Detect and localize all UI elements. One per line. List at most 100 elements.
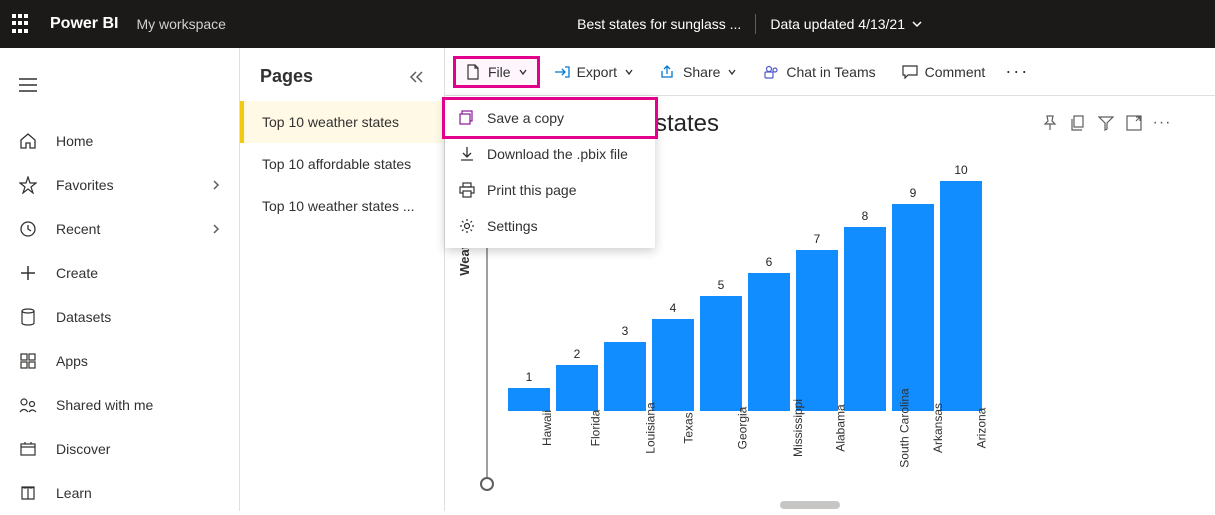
filter-icon[interactable] [1097,114,1115,132]
nav-label: Home [56,133,93,149]
nav-label: Learn [56,485,92,501]
home-icon [18,131,38,151]
copy-icon[interactable] [1069,114,1087,132]
app-name: Power BI [50,15,118,33]
save-copy-menuitem[interactable]: Save a copy [442,97,658,139]
chevron-right-icon [211,180,221,190]
download-icon [459,146,475,162]
save-copy-icon [459,110,475,126]
file-menu: Save a copy Download the .pbix file Prin… [445,96,655,248]
nav-shared[interactable]: Shared with me [0,383,239,427]
comment-icon [902,64,918,80]
bar-value-label: 4 [670,301,677,315]
discover-icon [18,439,38,459]
chat-label: Chat in Teams [786,64,875,80]
focus-icon[interactable] [1125,114,1143,132]
more-icon[interactable]: ··· [1153,114,1171,132]
export-label: Export [577,64,617,80]
chevron-down-icon [727,67,737,77]
nav-create[interactable]: Create [0,251,239,295]
chevron-down-icon [911,18,923,30]
page-tab-0[interactable]: Top 10 weather states [240,101,444,143]
nav-learn[interactable]: Learn [0,471,239,515]
report-toolbar: File Export Share Chat in Teams Comment [445,48,1215,96]
page-tab-2[interactable]: Top 10 weather states ... [240,185,444,227]
gear-icon [459,218,475,234]
page-tab-1[interactable]: Top 10 affordable states [240,143,444,185]
download-label: Download the .pbix file [487,146,628,162]
bar-value-label: 6 [766,255,773,269]
chevron-right-icon [211,224,221,234]
chart-title: states [655,110,719,138]
bar[interactable]: 4 [652,301,694,411]
collapse-icon[interactable] [408,71,424,83]
share-label: Share [683,64,720,80]
nav-favorites[interactable]: Favorites [0,163,239,207]
data-updated-button[interactable]: Data updated 4/13/21 [770,16,923,32]
save-copy-label: Save a copy [487,110,564,126]
app-launcher-icon[interactable] [12,14,32,34]
chat-teams-button[interactable]: Chat in Teams [751,56,887,88]
bar[interactable]: 3 [604,324,646,411]
export-icon [554,64,570,80]
horizontal-scrollbar[interactable] [780,501,880,509]
bar-value-label: 1 [526,370,533,384]
share-button[interactable]: Share [648,56,749,88]
nav-label: Datasets [56,309,111,325]
toolbar-more-button[interactable]: ··· [999,61,1035,82]
bar[interactable]: 7 [796,232,838,411]
bar[interactable]: 10 [940,163,982,411]
nav-label: Favorites [56,177,114,193]
file-label: File [488,64,511,80]
nav-apps[interactable]: Apps [0,339,239,383]
dataset-icon [18,307,38,327]
bar-value-label: 2 [574,347,581,361]
share-icon [660,64,676,80]
comment-label: Comment [925,64,986,80]
bar[interactable]: 9 [892,186,934,411]
print-icon [459,182,475,198]
bar[interactable]: 5 [700,278,742,411]
nav-recent[interactable]: Recent [0,207,239,251]
nav-hamburger[interactable] [0,63,239,107]
apps-icon [18,351,38,371]
bar-value-label: 5 [718,278,725,292]
nav-discover[interactable]: Discover [0,427,239,471]
category-label: Arizona [974,408,988,449]
nav-label: Shared with me [56,397,153,413]
file-button[interactable]: File [453,56,540,88]
workspace-name[interactable]: My workspace [136,16,225,32]
star-icon [18,175,38,195]
nav-home[interactable]: Home [0,119,239,163]
bar[interactable]: 6 [748,255,790,411]
bar-value-label: 8 [862,209,869,223]
pages-panel: Pages Top 10 weather states Top 10 affor… [240,48,445,511]
bar-value-label: 10 [954,163,967,177]
nav-label: Apps [56,353,88,369]
category-label: Hawaii [540,410,554,446]
bar[interactable]: 2 [556,347,598,411]
left-nav: Home Favorites Recent Create Datasets Ap… [0,48,240,511]
report-title[interactable]: Best states for sunglass ... [577,16,741,32]
data-updated-label: Data updated 4/13/21 [770,16,905,32]
settings-menuitem[interactable]: Settings [445,208,655,244]
chevron-down-icon [518,67,528,77]
category-label: Florida [588,410,602,447]
nav-datasets[interactable]: Datasets [0,295,239,339]
download-pbix-menuitem[interactable]: Download the .pbix file [445,136,655,172]
category-label: Texas [682,412,696,443]
learn-icon [18,483,38,503]
bar-value-label: 7 [814,232,821,246]
bar[interactable]: 8 [844,209,886,411]
bar-value-label: 9 [910,186,917,200]
nav-label: Discover [56,441,110,457]
clock-icon [18,219,38,239]
nav-label: Create [56,265,98,281]
export-button[interactable]: Export [542,56,646,88]
comment-button[interactable]: Comment [890,56,998,88]
nav-label: Recent [56,221,100,237]
divider [755,14,756,34]
pin-icon[interactable] [1041,114,1059,132]
print-menuitem[interactable]: Print this page [445,172,655,208]
bar[interactable]: 1 [508,370,550,411]
